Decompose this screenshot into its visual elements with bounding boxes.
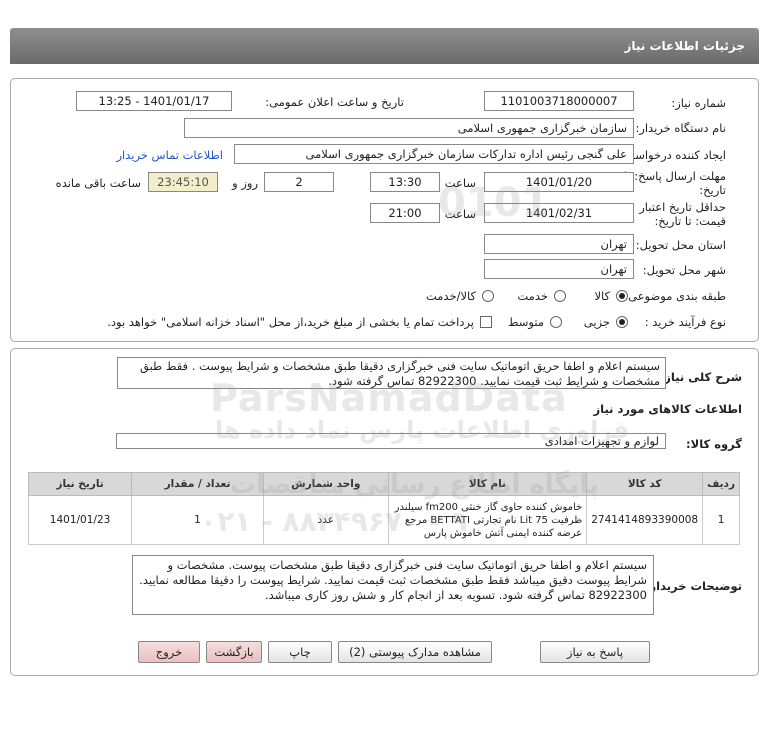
days-field: 2 [264,172,334,192]
process-radio-minor[interactable] [616,316,628,328]
category-label: طبقه بندی موضوعی: [624,289,726,303]
deadline-label: مهلت ارسال پاسخ: تا [623,169,726,183]
info-panel: شماره نیاز: 1101003718000007 تاریخ و ساع… [10,78,759,342]
buyer-field: سازمان خبرگزاری جمهوری اسلامی [184,118,634,138]
cell-row: 1 [702,495,740,545]
col-date: تاریخ نیاز [27,472,133,496]
validity-label: حداقل تاریخ اعتبار [639,200,726,214]
days-label: روز و [232,176,258,190]
back-button[interactable]: بازگشت [206,641,262,663]
treasury-payment-checkbox[interactable] [480,316,492,328]
goods-group-label: گروه کالا: [686,437,742,451]
process-option-medium: متوسط [507,315,544,329]
goods-group-field: لوازم و تجهیزات امدادی [116,433,666,449]
col-row: ردیف [702,472,740,496]
category-option-service: خدمت [517,289,548,303]
goods-table: ردیف کد کالا نام کالا واحد شمارش تعداد /… [27,472,740,545]
need-number-label: شماره نیاز: [671,96,726,110]
announce-label: تاریخ و ساعت اعلان عمومی: [265,95,404,109]
process-label: نوع فرآیند خرید : [644,315,726,329]
creator-label: ایجاد کننده درخواست: [620,148,726,162]
cell-unit: عدد [262,495,389,545]
category-radio-goods[interactable] [616,290,628,302]
page-title: جزئیات اطلاعات نیاز [10,28,759,64]
buyer-contact-link[interactable]: اطلاعات تماس خریدار [116,148,223,162]
buyer-notes-label: توضیحات خریدار: [644,579,742,593]
deadline-date-label: تاریخ: [699,183,726,197]
validity-date-field: 1401/02/31 [484,203,634,223]
col-qty: تعداد / مقدار [131,472,264,496]
validity-time-field: 21:00 [370,203,440,223]
validity-date-label: قیمت: تا تاریخ: [654,214,726,228]
creator-field: علی گنجی رئیس اداره تدارکات سازمان خبرگز… [234,144,634,164]
treasury-payment-note: پرداخت تمام یا بخشی از مبلغ خرید،از محل … [107,315,474,329]
category-radio-goods-service[interactable] [482,290,494,302]
details-panel: شرح کلی نیاز: سیستم اعلام و اطفا حریق ات… [10,348,759,676]
deadline-date-field: 1401/01/20 [484,172,634,192]
exit-button[interactable]: خروج [138,641,200,663]
goods-info-title: اطلاعات کالاهای مورد نیاز [593,402,742,416]
reply-button[interactable]: پاسخ به نیاز [540,641,650,663]
category-option-goods-service: کالا/خدمت [425,289,476,303]
general-desc-label: شرح کلی نیاز: [659,370,742,384]
general-desc-field: سیستم اعلام و اطفا حریق اتوماتیک سایت فن… [117,357,666,389]
delivery-province-field: تهران [484,234,634,254]
delivery-province-label: استان محل تحویل: [635,238,726,252]
need-number-field: 1101003718000007 [484,91,634,111]
category-option-goods: کالا [594,289,610,303]
cell-code: 2741414893390008 [586,495,704,545]
remaining-label: ساعت باقی مانده [55,176,141,190]
buyer-notes-field: سیستم اعلام و اطفا حریق اتوماتیک سایت فن… [132,555,654,615]
col-name: نام کالا [387,472,588,496]
cell-name: خاموش کننده حاوی گاز خنثی fm200 سیلندر ظ… [387,495,588,545]
delivery-city-label: شهر محل تحویل: [642,263,726,277]
col-code: کد کالا [586,472,704,496]
announce-field: 1401/01/17 - 13:25 [76,91,232,111]
cell-qty: 1 [131,495,264,545]
delivery-city-field: تهران [484,259,634,279]
process-option-minor: جزیی [583,315,610,329]
cell-date: 1401/01/23 [27,495,133,545]
details-window: جزئیات اطلاعات نیاز شماره نیاز: 11010037… [10,28,759,678]
deadline-time-label: ساعت [444,176,476,190]
validity-time-label: ساعت [444,207,476,221]
table-row: 1 2741414893390008 خاموش کننده حاوی گاز … [27,495,740,545]
category-radio-service[interactable] [554,290,566,302]
view-attachments-button[interactable]: مشاهده مدارک پیوستی (2) [338,641,492,663]
deadline-time-field: 13:30 [370,172,440,192]
remaining-time-field: 23:45:10 [148,172,218,192]
process-radio-medium[interactable] [550,316,562,328]
buyer-label: نام دستگاه خریدار: [635,121,726,135]
print-button[interactable]: چاپ [268,641,332,663]
col-unit: واحد شمارش [262,472,389,496]
